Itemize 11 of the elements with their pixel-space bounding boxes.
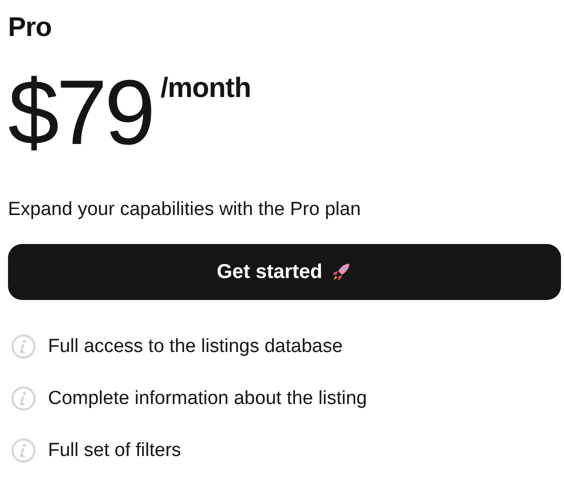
feature-text: Full access to the listings database (48, 334, 343, 358)
info-icon (11, 386, 36, 411)
info-icon (11, 438, 36, 463)
plan-name: Pro (8, 14, 53, 41)
feature-text: Complete information about the listing (48, 386, 367, 410)
info-icon (11, 334, 36, 359)
get-started-button[interactable]: Get started (8, 244, 561, 300)
plan-description: Expand your capabilities with the Pro plan (8, 199, 362, 222)
feature-text: Full set of filters (48, 438, 182, 462)
price: $79 (8, 67, 152, 159)
price-period: /month (160, 71, 251, 105)
